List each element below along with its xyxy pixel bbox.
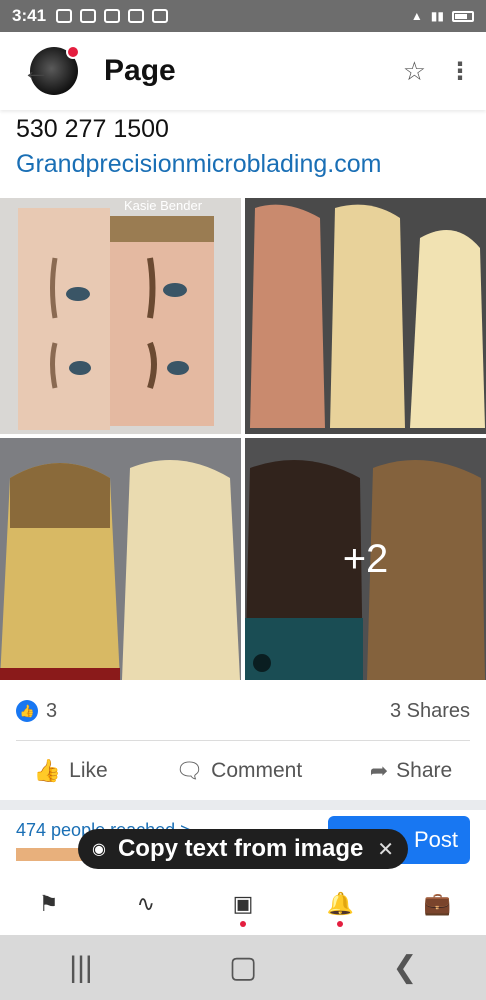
like-label: Like (69, 759, 108, 782)
battery-icon (452, 10, 474, 22)
tab-insights[interactable]: ∿ (126, 891, 166, 917)
voicemail-icon (128, 9, 145, 23)
website-link[interactable]: Grandprecisionmicroblading.com (16, 150, 381, 179)
system-icons: ▲ ▮▮ (411, 9, 474, 23)
mail-icon (104, 9, 121, 23)
like-button[interactable]: 👍 Like (34, 758, 108, 784)
more-photos-count: +2 (245, 438, 486, 680)
star-icon[interactable]: ☆ (403, 56, 426, 87)
insights-chart-icon: ∿ (136, 891, 155, 916)
toast-label: Copy text from image (117, 835, 364, 862)
scan-text-icon: ◉ (92, 841, 106, 858)
inbox-badge (239, 921, 246, 927)
photo-long-hair[interactable] (245, 198, 486, 434)
page-title: Page (104, 54, 176, 87)
thumbs-up-reaction-icon[interactable]: 👍 (16, 700, 38, 722)
back-icon[interactable]: ❮ (375, 950, 435, 985)
share-arrow-icon: ➦ (369, 758, 389, 783)
photo-microblading[interactable]: Kasie Bender (0, 198, 241, 434)
back-arrow-icon[interactable]: ← (20, 55, 52, 87)
more-options-icon[interactable]: ⋮ (448, 57, 472, 86)
pay-icon (152, 9, 169, 23)
signal-icon: ▮▮ (430, 9, 444, 23)
bell-icon: 🔔 (326, 891, 354, 916)
briefcase-icon: 💼 (423, 891, 452, 916)
flag-icon: ⚑ (38, 891, 59, 916)
reaction-count[interactable]: 3 (46, 700, 57, 723)
notifications-badge (337, 921, 344, 927)
photo-overlay-name: Kasie Bender (124, 198, 203, 213)
bottom-tab-bar: ⚑ ∿ ▣ 🔔 💼 (0, 873, 486, 935)
comment-icon: 🗨 (175, 758, 204, 783)
section-separator (0, 800, 486, 810)
comment-button[interactable]: 🗨 Comment (175, 758, 302, 784)
youtube-icon (80, 9, 97, 23)
tab-tools[interactable]: 💼 (417, 891, 457, 917)
blonde-curls-image (0, 438, 241, 680)
notification-dot (66, 45, 80, 59)
facebook-icon (56, 9, 73, 23)
divider (16, 740, 470, 741)
post-actions: 👍 Like 🗨 Comment ➦ Share (0, 748, 486, 794)
photo-blonde-curls[interactable] (0, 438, 241, 680)
tab-inbox[interactable]: ▣ (223, 891, 263, 927)
share-label: Share (396, 759, 453, 782)
notification-icons (56, 9, 169, 23)
shares-count[interactable]: 3 Shares (390, 700, 470, 723)
person-tag-icon[interactable] (253, 654, 271, 672)
recent-apps-icon[interactable]: ||| (51, 951, 111, 985)
tab-notifications[interactable]: 🔔 (320, 891, 360, 927)
system-navigation-bar: ||| ▢ ❮ (0, 935, 486, 1000)
app-header: ← Page ☆ ⋮ (0, 32, 486, 110)
copy-text-toast[interactable]: ◉ Copy text from image ✕ (78, 829, 408, 869)
phone-number[interactable]: 530 277 1500 (16, 115, 169, 144)
home-icon[interactable]: ▢ (213, 950, 273, 985)
photo-brunette-balayage[interactable]: +2 (245, 438, 486, 680)
reactions-row: 👍 3 3 Shares (16, 698, 470, 724)
share-button[interactable]: ➦ Share (370, 758, 452, 784)
inbox-icon: ▣ (232, 891, 254, 916)
close-icon[interactable]: ✕ (377, 837, 394, 862)
long-hair-image (245, 198, 486, 434)
tab-page-flag[interactable]: ⚑ (29, 891, 69, 917)
wifi-icon: ▲ (410, 9, 423, 23)
thumbs-up-icon: 👍 (33, 758, 62, 783)
status-bar: 3:41 ▲ ▮▮ (0, 0, 486, 32)
microblading-image (0, 198, 241, 434)
comment-label: Comment (211, 759, 303, 782)
status-time: 3:41 (12, 6, 47, 25)
